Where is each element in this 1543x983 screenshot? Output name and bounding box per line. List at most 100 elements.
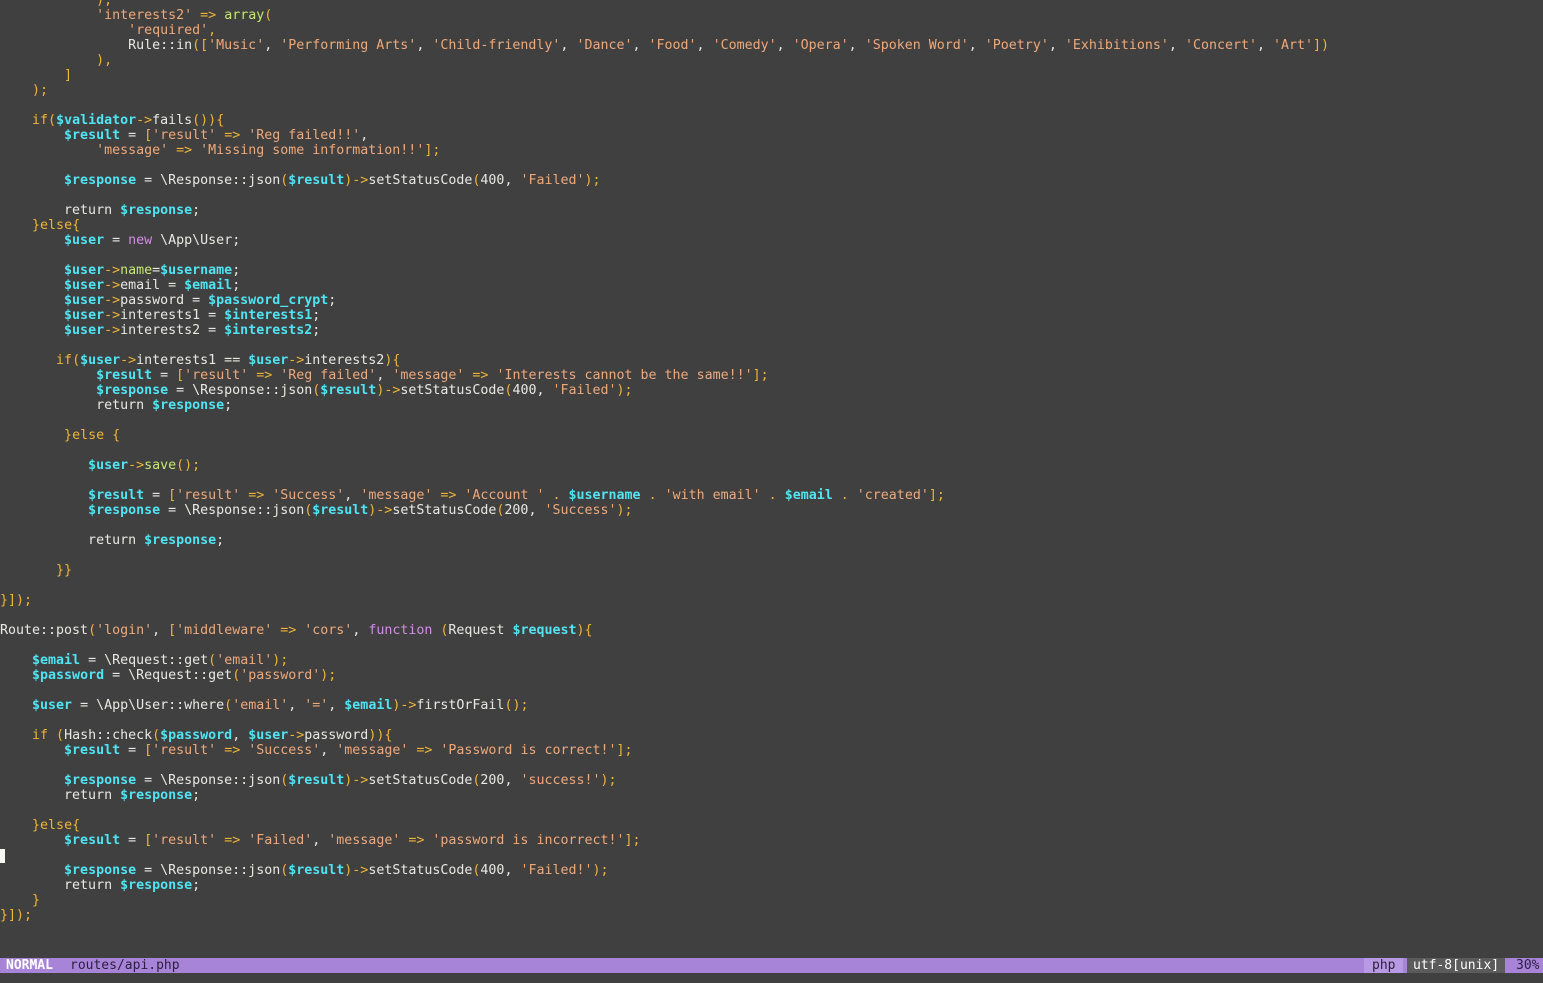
code-line[interactable]: $user->save(); bbox=[0, 458, 1543, 473]
code-line[interactable]: $result = ['result' => 'Failed', 'messag… bbox=[0, 833, 1543, 848]
code-token: 'Missing some information!!' bbox=[200, 143, 425, 158]
code-token: array bbox=[224, 8, 265, 23]
code-token: $username bbox=[160, 263, 233, 278]
code-line[interactable]: $response = \Response::json($result)->se… bbox=[0, 173, 1543, 188]
code-token: 'message' bbox=[392, 368, 465, 383]
code-token: $result bbox=[312, 503, 369, 518]
code-token: fails bbox=[152, 113, 193, 128]
code-line[interactable]: }else{ bbox=[0, 818, 1543, 833]
code-token: 'middleware' bbox=[176, 623, 273, 638]
code-line[interactable]: }]); bbox=[0, 593, 1543, 608]
code-token: 'required' bbox=[128, 23, 209, 38]
code-token: setStatusCode bbox=[368, 773, 473, 788]
code-line[interactable] bbox=[0, 98, 1543, 113]
code-token: function bbox=[368, 623, 433, 638]
code-line[interactable]: if (Hash::check($password, $user->passwo… bbox=[0, 728, 1543, 743]
code-token: , bbox=[504, 863, 521, 878]
code-line[interactable]: ), bbox=[0, 53, 1543, 68]
code-token: = \Response::json bbox=[168, 383, 313, 398]
code-line[interactable] bbox=[0, 248, 1543, 263]
code-line[interactable]: $user->email = $email; bbox=[0, 278, 1543, 293]
code-line[interactable]: return $response; bbox=[0, 203, 1543, 218]
code-token: , bbox=[208, 23, 217, 38]
code-line[interactable] bbox=[0, 158, 1543, 173]
code-line[interactable]: $response = \Response::json($result)->se… bbox=[0, 503, 1543, 518]
code-line[interactable]: Rule::in(['Music', 'Performing Arts', 'C… bbox=[0, 38, 1543, 53]
code-token: $password bbox=[160, 728, 233, 743]
code-line[interactable]: }} bbox=[0, 563, 1543, 578]
code-token: $result bbox=[64, 128, 121, 143]
code-line[interactable] bbox=[0, 638, 1543, 653]
code-line[interactable]: Route::post('login', ['middleware' => 'c… bbox=[0, 623, 1543, 638]
code-token: => bbox=[216, 833, 249, 848]
code-token: '=' bbox=[304, 698, 329, 713]
code-line[interactable]: return $response; bbox=[0, 878, 1543, 893]
code-token: ]; bbox=[928, 488, 945, 503]
code-line[interactable] bbox=[0, 188, 1543, 203]
code-line[interactable]: $result = ['result' => 'Success', 'messa… bbox=[0, 743, 1543, 758]
code-line[interactable]: $user->password = $password_crypt; bbox=[0, 293, 1543, 308]
code-token: = \Request::get bbox=[80, 653, 209, 668]
code-token: } bbox=[32, 818, 41, 833]
code-line[interactable] bbox=[0, 578, 1543, 593]
code-line[interactable]: $user = new \App\User; bbox=[0, 233, 1543, 248]
code-line[interactable]: 'message' => 'Missing some information!!… bbox=[0, 143, 1543, 158]
code-line[interactable] bbox=[0, 848, 1543, 863]
code-line[interactable]: $result = ['result' => 'Reg failed', 'me… bbox=[0, 368, 1543, 383]
code-token: ( bbox=[432, 623, 449, 638]
code-line[interactable]: } bbox=[0, 893, 1543, 908]
code-token: 'Failed!' bbox=[520, 863, 593, 878]
code-line[interactable]: 'interests2' => array( bbox=[0, 8, 1543, 23]
code-line[interactable]: if($validator->fails()){ bbox=[0, 113, 1543, 128]
code-line[interactable] bbox=[0, 713, 1543, 728]
code-line[interactable] bbox=[0, 518, 1543, 533]
code-token: , bbox=[320, 743, 337, 758]
code-line[interactable]: $email = \Request::get('email'); bbox=[0, 653, 1543, 668]
code-line[interactable]: $response = \Response::json($result)->se… bbox=[0, 773, 1543, 788]
code-line[interactable] bbox=[0, 443, 1543, 458]
code-line[interactable]: $user->name=$username; bbox=[0, 263, 1543, 278]
code-line[interactable]: $user = \App\User::where('email', '=', $… bbox=[0, 698, 1543, 713]
code-line[interactable]: $password = \Request::get('password'); bbox=[0, 668, 1543, 683]
code-token: $interests2 bbox=[224, 323, 313, 338]
code-line[interactable]: $result = ['result' => 'Success', 'messa… bbox=[0, 488, 1543, 503]
code-line[interactable] bbox=[0, 608, 1543, 623]
code-line[interactable]: $response = \Response::json($result)->se… bbox=[0, 863, 1543, 878]
code-line[interactable]: return $response; bbox=[0, 398, 1543, 413]
code-line[interactable] bbox=[0, 548, 1543, 563]
code-line[interactable]: ), bbox=[0, 0, 1543, 8]
code-line[interactable]: ] bbox=[0, 68, 1543, 83]
code-line[interactable]: }else { bbox=[0, 428, 1543, 443]
code-line[interactable]: $user->interests1 = $interests1; bbox=[0, 308, 1543, 323]
code-line[interactable]: $response = \Response::json($result)->se… bbox=[0, 383, 1543, 398]
code-token: )-> bbox=[344, 863, 369, 878]
code-token: [ bbox=[168, 488, 177, 503]
code-token: 'Interests cannot be the same!!' bbox=[496, 368, 753, 383]
code-token: if bbox=[32, 728, 49, 743]
code-line[interactable] bbox=[0, 683, 1543, 698]
command-line[interactable] bbox=[0, 973, 1543, 983]
code-line[interactable]: $result = ['result' => 'Reg failed!!', bbox=[0, 128, 1543, 143]
code-line[interactable]: return $response; bbox=[0, 788, 1543, 803]
code-line[interactable]: ); bbox=[0, 83, 1543, 98]
code-token: interests1 = bbox=[120, 308, 225, 323]
code-line[interactable] bbox=[0, 413, 1543, 428]
code-token: $response bbox=[120, 203, 193, 218]
code-line[interactable]: }else{ bbox=[0, 218, 1543, 233]
code-token: 'Comedy' bbox=[712, 38, 777, 53]
code-token: 'password' bbox=[240, 668, 321, 683]
code-line[interactable]: return $response; bbox=[0, 533, 1543, 548]
code-line[interactable]: }]); bbox=[0, 908, 1543, 923]
code-editor[interactable]: ), 'interests2' => array( 'required', Ru… bbox=[0, 0, 1543, 953]
code-line[interactable]: if($user->interests1 == $user->interests… bbox=[0, 353, 1543, 368]
code-token: = \Request::get bbox=[104, 668, 233, 683]
code-line[interactable]: 'required', bbox=[0, 23, 1543, 38]
code-line[interactable]: $user->interests2 = $interests2; bbox=[0, 323, 1543, 338]
code-line[interactable] bbox=[0, 473, 1543, 488]
code-line[interactable] bbox=[0, 338, 1543, 353]
code-token: 'Child-friendly' bbox=[432, 38, 561, 53]
code-line[interactable] bbox=[0, 758, 1543, 773]
code-line[interactable] bbox=[0, 803, 1543, 818]
